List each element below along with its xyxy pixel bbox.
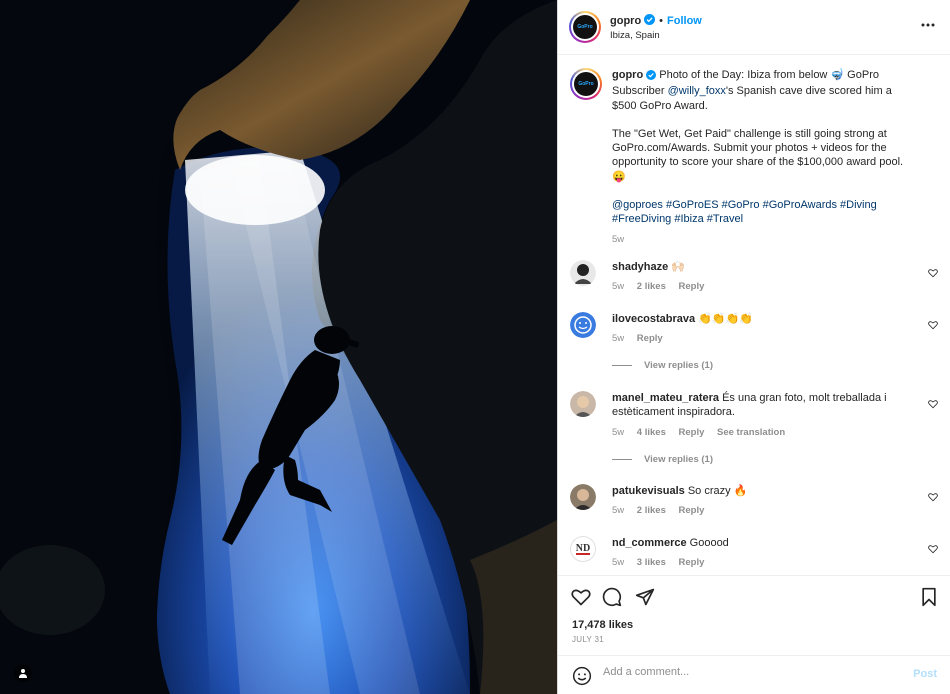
- verified-badge-icon: [644, 14, 656, 28]
- caption-username[interactable]: gopro: [612, 69, 643, 81]
- comment-username[interactable]: nd_commerce: [612, 537, 687, 549]
- caption-paragraph: The "Get Wet, Get Paid" challenge is sti…: [612, 127, 904, 183]
- follow-button[interactable]: Follow: [667, 15, 702, 27]
- user-tag-icon[interactable]: [14, 664, 32, 682]
- heart-icon[interactable]: [571, 587, 591, 610]
- mention-link[interactable]: @willy_foxx: [668, 85, 726, 97]
- caption-time[interactable]: 5w: [612, 233, 912, 247]
- reply-button[interactable]: Reply: [637, 333, 663, 344]
- comment-username[interactable]: manel_mateu_ratera: [612, 392, 719, 404]
- hashtags[interactable]: @goproes #GoProES #GoPro #GoProAwards #D…: [612, 198, 912, 212]
- bookmark-icon[interactable]: [920, 587, 938, 610]
- comment-username[interactable]: ilovecostabrava: [612, 313, 695, 325]
- comment-likes[interactable]: 2 likes: [637, 281, 666, 292]
- post-photo[interactable]: [0, 0, 557, 694]
- see-translation-button[interactable]: See translation: [717, 427, 785, 438]
- post-details-panel: GoPro gopro • Follow Ibiza, Spain GoPro …: [557, 0, 950, 694]
- avatar[interactable]: [570, 391, 596, 417]
- comment-time[interactable]: 5w: [612, 505, 624, 516]
- separator-dot: •: [659, 15, 664, 27]
- post-header: GoPro gopro • Follow Ibiza, Spain: [558, 0, 950, 55]
- comment-likes[interactable]: 3 likes: [637, 557, 666, 568]
- likes-count[interactable]: 17,478 likes: [572, 619, 633, 631]
- heart-icon[interactable]: [928, 399, 938, 412]
- heart-icon[interactable]: [928, 544, 938, 557]
- add-comment-bar: Post: [558, 655, 950, 694]
- reply-button[interactable]: Reply: [679, 427, 705, 438]
- reply-button[interactable]: Reply: [679, 281, 705, 292]
- comment-username[interactable]: shadyhaze: [612, 261, 668, 273]
- avatar[interactable]: [570, 312, 596, 338]
- avatar[interactable]: [570, 484, 596, 510]
- comment-time[interactable]: 5w: [612, 557, 624, 568]
- post-date[interactable]: JULY 31: [572, 635, 604, 644]
- reply-button[interactable]: Reply: [679, 557, 705, 568]
- comment-text: 🙌🏻: [671, 261, 686, 273]
- comment-text: 👏👏👏👏: [698, 313, 754, 325]
- cave-dive-image: [0, 0, 557, 694]
- share-icon[interactable]: [635, 587, 655, 610]
- comment-icon[interactable]: [602, 587, 622, 610]
- comment-username[interactable]: patukevisuals: [612, 485, 685, 497]
- post-button[interactable]: Post: [913, 668, 937, 680]
- heart-icon[interactable]: [928, 268, 938, 281]
- comment-input[interactable]: [603, 666, 893, 678]
- comment-text: So crazy 🔥: [687, 485, 748, 497]
- comment-time[interactable]: 5w: [612, 427, 624, 438]
- divider-line: [612, 459, 632, 460]
- comment-likes[interactable]: 4 likes: [637, 427, 666, 438]
- view-replies-button[interactable]: View replies (1): [612, 454, 713, 465]
- more-options-icon[interactable]: [921, 18, 935, 30]
- location-link[interactable]: Ibiza, Spain: [610, 30, 660, 41]
- caption-avatar[interactable]: GoPro: [570, 68, 602, 100]
- reply-button[interactable]: Reply: [679, 505, 705, 516]
- comment-text: Gooood: [689, 537, 729, 549]
- divider-line: [612, 365, 632, 366]
- comment-likes[interactable]: 2 likes: [637, 505, 666, 516]
- author-username[interactable]: gopro: [610, 15, 641, 27]
- emoji-icon[interactable]: [572, 666, 592, 689]
- avatar[interactable]: [570, 260, 596, 286]
- verified-badge-icon: [646, 70, 657, 84]
- comment-time[interactable]: 5w: [612, 333, 624, 344]
- svg-text:ND: ND: [576, 543, 590, 554]
- comments-list[interactable]: GoPro gopro Photo of the Day: Ibiza from…: [558, 56, 950, 575]
- action-bar: 17,478 likes JULY 31: [558, 575, 950, 655]
- view-replies-button[interactable]: View replies (1): [612, 360, 713, 371]
- avatar[interactable]: GoPro: [569, 11, 601, 43]
- hashtags[interactable]: #FreeDiving #Ibiza #Travel: [612, 212, 912, 226]
- comment-time[interactable]: 5w: [612, 281, 624, 292]
- heart-icon[interactable]: [928, 320, 938, 333]
- avatar[interactable]: ND: [570, 536, 596, 562]
- heart-icon[interactable]: [928, 492, 938, 505]
